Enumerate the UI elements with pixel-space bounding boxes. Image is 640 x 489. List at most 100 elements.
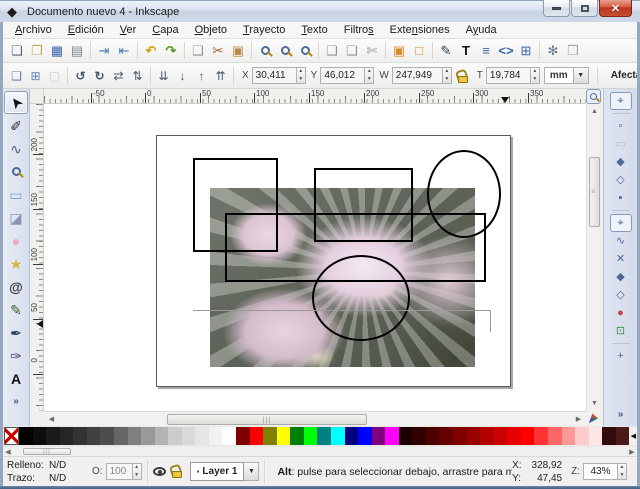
palette-swatch[interactable]	[263, 427, 277, 445]
print-button[interactable]: ▤	[67, 41, 87, 61]
palette-swatch[interactable]	[168, 427, 182, 445]
snap-enable-button[interactable]: ⌖	[609, 92, 632, 110]
palette-swatch-none[interactable]	[4, 427, 19, 445]
opacity-field[interactable]: 100 ▲ ▼	[105, 463, 142, 480]
snap-to-paths-button[interactable]: ∿	[610, 232, 632, 250]
ungroup-button[interactable]: □	[409, 41, 429, 61]
menu-archivo[interactable]: Archivo	[7, 23, 60, 37]
palette-swatch[interactable]	[439, 427, 453, 445]
lower-button[interactable]: ↓	[173, 66, 192, 85]
palette-swatch[interactable]	[290, 427, 304, 445]
layers-dialog-button[interactable]: ≡	[476, 41, 496, 61]
fill-stroke-dialog-button[interactable]: ✎	[436, 41, 456, 61]
x-field-value[interactable]: 30,411	[251, 67, 296, 84]
tool-text[interactable]: A	[4, 367, 28, 390]
sticky-zoom-button[interactable]	[586, 89, 601, 104]
palette-swatch[interactable]	[398, 427, 413, 445]
palette-swatch[interactable]	[520, 427, 535, 445]
duplicate-button[interactable]: ❏	[322, 41, 342, 61]
layer-dropdown[interactable]: ▪ Layer 1 ▼	[189, 462, 260, 481]
layer-name[interactable]: Layer 1	[202, 466, 237, 477]
palette-swatch[interactable]	[615, 427, 630, 445]
lower-to-bottom-button[interactable]: ⇊	[154, 66, 173, 85]
tool-bezier-pen[interactable]: ✒	[4, 321, 28, 344]
palette-swatch[interactable]	[73, 427, 87, 445]
palette-swatch[interactable]	[547, 427, 562, 445]
drawn-ellipse[interactable]	[312, 255, 410, 341]
palette-swatch[interactable]	[344, 427, 359, 445]
align-distribute-button[interactable]: ⊞	[516, 41, 536, 61]
palette-swatch[interactable]	[59, 427, 74, 445]
fill-value[interactable]: N/D	[49, 459, 79, 472]
horizontal-scrollbar[interactable]: ◀ ||| ▶	[44, 411, 586, 426]
canvas-viewport[interactable]	[44, 104, 586, 411]
snap-path-intersections-button[interactable]: ✕	[610, 250, 632, 268]
layer-lock-icon[interactable]	[171, 470, 182, 478]
palette-swatch[interactable]	[195, 427, 209, 445]
units-value[interactable]: mm	[543, 67, 574, 84]
text-dialog-button[interactable]: T	[456, 41, 476, 61]
toolbox-overflow-chevron-icon[interactable]: »	[13, 396, 19, 407]
palette-swatch[interactable]	[412, 427, 426, 445]
menu-capa[interactable]: Capa	[144, 23, 186, 37]
height-field[interactable]: 19,784 ▲ ▼	[485, 67, 540, 84]
y-field[interactable]: 46,012 ▲ ▼	[320, 67, 375, 84]
zoom-drawing-button[interactable]	[275, 41, 295, 61]
palette-swatch[interactable]	[113, 427, 128, 445]
menu-filtros[interactable]: Filtros	[336, 23, 382, 37]
y-field-value[interactable]: 46,012	[320, 67, 365, 84]
zoom-field[interactable]: 43% ▲ ▼	[583, 463, 627, 480]
palette-swatch[interactable]	[358, 427, 372, 445]
tool-ellipse[interactable]: ●	[4, 229, 28, 252]
x-field[interactable]: 30,411 ▲ ▼	[251, 67, 306, 84]
palette-scroll-left-icon[interactable]: ◀	[3, 447, 13, 456]
palette-scroll-right-icon[interactable]: ▶	[627, 447, 637, 456]
snap-smooth-nodes-button[interactable]: ◇	[610, 286, 632, 304]
rotate-cw-button[interactable]: ↻	[90, 66, 109, 85]
import-button[interactable]: ⇥	[94, 41, 114, 61]
snap-line-midpoints-button[interactable]: ●	[610, 304, 632, 322]
width-field-spinner[interactable]: ▲ ▼	[441, 67, 452, 84]
menu-texto[interactable]: Texto	[293, 23, 335, 37]
palette-scrollbar-thumb[interactable]: |||	[23, 448, 71, 455]
palette-swatch[interactable]	[154, 427, 169, 445]
open-button[interactable]: ❐	[27, 41, 47, 61]
tool-rectangle[interactable]: ▭	[4, 183, 28, 206]
rotate-ccw-button[interactable]: ↺	[71, 66, 90, 85]
palette-swatch[interactable]	[507, 427, 521, 445]
tool-3dbox[interactable]: ◪	[4, 206, 28, 229]
palette-swatch[interactable]	[602, 427, 616, 445]
tool-selector[interactable]: ➤	[4, 91, 28, 114]
palette-swatch[interactable]	[575, 427, 589, 445]
vertical-ruler[interactable]: 200 150 100 50 0	[30, 104, 44, 411]
select-all-layers-button[interactable]: ⊞	[26, 66, 45, 85]
clone-button[interactable]: ❑	[342, 41, 362, 61]
select-all-button[interactable]: ❏	[7, 66, 26, 85]
palette-swatch[interactable]	[181, 427, 196, 445]
menu-edición[interactable]: Edición	[60, 23, 112, 37]
palette-swatch[interactable]	[371, 427, 386, 445]
snap-nodes-button[interactable]: ⌖	[609, 214, 632, 232]
tool-tweak[interactable]: ∿	[4, 137, 28, 160]
snap-cusp-nodes-button[interactable]: ◆	[610, 268, 632, 286]
close-button[interactable]: ✕	[599, 0, 632, 17]
palette-swatch[interactable]	[493, 427, 508, 445]
deselect-button[interactable]: ▢	[45, 66, 64, 85]
tool-pencil[interactable]: ✎	[4, 298, 28, 321]
save-button[interactable]: ▦	[47, 41, 67, 61]
copy-button[interactable]: ❑	[188, 41, 208, 61]
cut-button[interactable]: ✂	[208, 41, 228, 61]
xml-editor-button[interactable]: <>	[496, 41, 516, 61]
palette-swatch[interactable]	[425, 427, 440, 445]
lock-ratio-icon[interactable]	[457, 75, 468, 83]
zoom-page-button[interactable]	[295, 41, 315, 61]
width-field-value[interactable]: 247,949	[391, 67, 442, 84]
palette-swatch[interactable]	[466, 427, 481, 445]
opacity-value[interactable]: 100	[105, 463, 132, 480]
snap-object-centers-button[interactable]: ⊡	[610, 322, 632, 340]
flip-horizontal-button[interactable]: ⇄	[109, 66, 128, 85]
palette-swatch[interactable]	[385, 427, 399, 445]
palette-swatch[interactable]	[32, 427, 47, 445]
palette-swatch[interactable]	[236, 427, 250, 445]
palette-swatch[interactable]	[222, 427, 236, 445]
